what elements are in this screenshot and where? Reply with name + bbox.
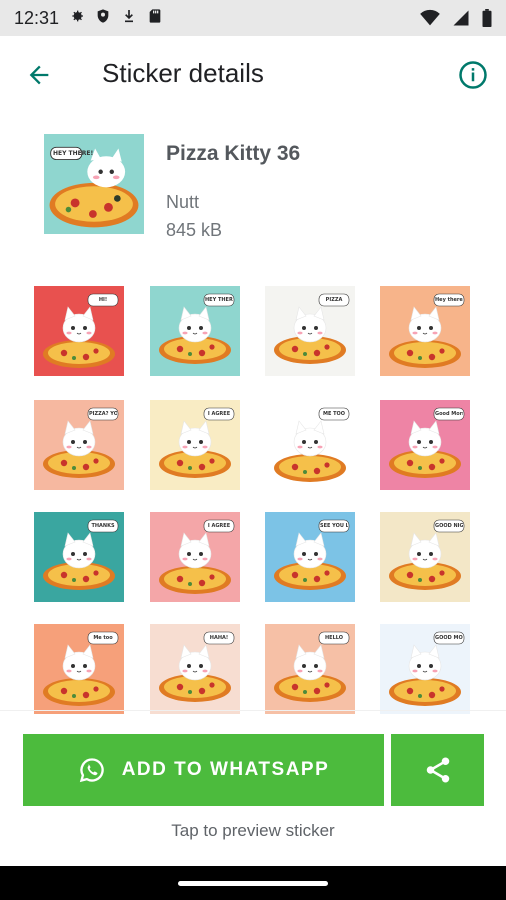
sticker-grid: HI! HEY THERE! PIZZA Hey there! PIZZA? YOU G… [34,286,474,714]
sticker-tile[interactable]: HEY THERE! [150,286,240,376]
whatsapp-icon [79,758,104,783]
sticker-tile[interactable]: HI! [34,286,124,376]
sticker-tile[interactable]: Hey there! [380,286,470,376]
status-icons-left [69,8,163,29]
sticker-caption: PIZZA? YOU GOT? [89,411,117,417]
status-bar: 12:31 [0,0,506,36]
home-gesture-handle[interactable] [178,881,328,886]
info-icon [459,61,487,89]
sticker-caption: Hey there! [435,297,463,303]
sticker-tile[interactable]: Good Morning [380,400,470,490]
add-to-whatsapp-label: ADD TO WHATSAPP [121,759,330,780]
sticker-tile[interactable]: Me too [34,624,124,714]
pack-name: Pizza Kitty 36 [166,142,301,165]
battery-icon [482,9,492,27]
sticker-caption: SEE YOU LATER! [320,523,348,529]
pack-header: HEY THERE! Pizza Kitty 36 Nutt 845 kB [44,134,484,244]
sticker-caption: HELLO [324,635,344,641]
pack-thumbnail: HEY THERE! [44,134,144,234]
share-icon [426,757,449,783]
sticker-caption: HI! [98,297,108,303]
pack-author: Nutt [166,192,200,212]
sticker-caption: PIZZA [325,297,343,303]
status-icons-right [420,9,492,27]
info-button[interactable] [456,58,490,92]
sticker-tile[interactable]: THANKS [34,512,124,602]
sticker-tile[interactable]: I AGREE [150,512,240,602]
sticker-tile[interactable]: PIZZA [265,286,355,376]
sticker-caption: I AGREE [207,523,231,529]
sticker-caption: HEY THERE! [205,297,233,303]
sticker-caption: Good Morning [435,411,463,417]
sticker-caption: THANKS [91,523,115,529]
signal-icon [452,9,470,27]
sticker-caption: HAHA! [209,635,229,641]
sticker-caption: ME TOO [322,411,346,417]
app-bar: Sticker details [0,36,506,114]
sticker-tile[interactable]: ME TOO [265,400,355,490]
shield-icon [95,8,111,29]
pack-thumb-caption: HEY THERE! [53,150,94,157]
share-button[interactable] [391,734,484,806]
sticker-caption: GOOD MORNING [435,635,463,641]
download-icon [121,8,137,29]
arrow-back-icon [29,65,49,85]
sticker-tile[interactable]: GOOD NIGHT [380,512,470,602]
status-time: 12:31 [14,7,60,28]
settings-icon [69,8,85,29]
divider [0,710,506,711]
sticker-caption: I AGREE [207,411,231,417]
sd-card-icon [147,8,163,29]
page-title: Sticker details [102,58,264,88]
sticker-caption: GOOD NIGHT [435,523,463,529]
sticker-caption: Me too [93,635,113,641]
preview-hint: Tap to preview sticker [171,821,335,840]
pack-size: 845 kB [166,220,223,240]
add-to-whatsapp-button[interactable]: ADD TO WHATSAPP [23,734,384,806]
sticker-tile[interactable]: GOOD MORNING [380,624,470,714]
sticker-tile[interactable]: HELLO [265,624,355,714]
wifi-icon [420,9,440,27]
navigation-bar [0,866,506,900]
sticker-tile[interactable]: SEE YOU LATER! [265,512,355,602]
sticker-tile[interactable]: I AGREE [150,400,240,490]
sticker-tile[interactable]: PIZZA? YOU GOT? [34,400,124,490]
back-button[interactable] [22,58,56,92]
sticker-tile[interactable]: HAHA! [150,624,240,714]
